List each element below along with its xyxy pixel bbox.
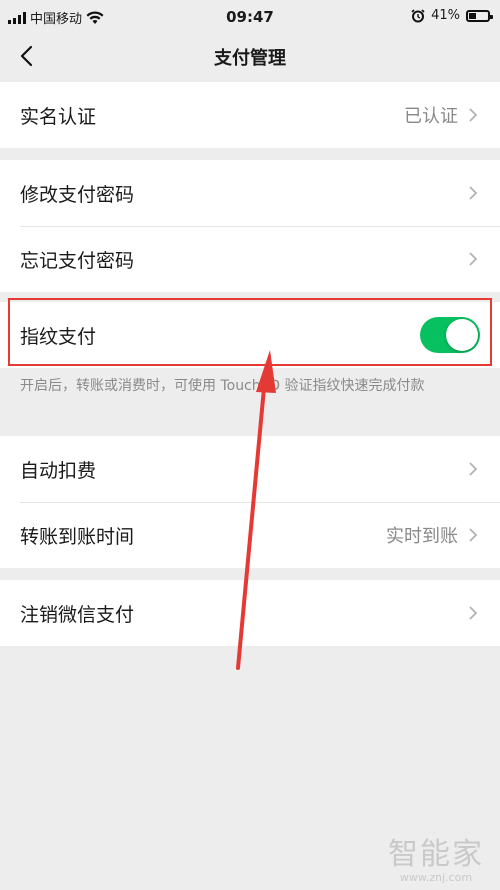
chevron-right-icon [469,186,478,200]
row-auto-deduct[interactable]: 自动扣费 [0,436,500,502]
fingerprint-payment-label: 指纹支付 [20,325,97,348]
real-name-verification-label: 实名认证 [20,105,97,128]
alarm-icon [411,8,425,22]
change-password-label: 修改支付密码 [20,183,135,206]
forgot-password-label: 忘记支付密码 [20,249,135,272]
section-verification: 实名认证 已认证 [0,82,500,148]
chevron-right-icon [469,252,478,266]
battery-icon [466,9,493,22]
toggle-knob [446,319,478,351]
verification-status-value: 已认证 [404,106,458,127]
chevron-right-icon [469,462,478,476]
transfer-time-label: 转账到账时间 [20,525,135,548]
section-deduction: 自动扣费 转账到账时间 实时到账 [0,436,500,568]
page-title: 支付管理 [214,48,286,69]
section-password: 修改支付密码 忘记支付密码 [0,160,500,292]
status-bar: 中国移动 09:47 41% [0,0,500,34]
chevron-right-icon [469,108,478,122]
row-change-password[interactable]: 修改支付密码 [0,160,500,226]
section-fingerprint: 指纹支付 [0,302,500,368]
row-real-name-verification[interactable]: 实名认证 已认证 [0,82,500,148]
chevron-right-icon [469,528,478,542]
section-cancel: 注销微信支付 [0,580,500,646]
row-fingerprint-payment: 指纹支付 [0,302,500,368]
status-right: 41% [411,8,493,23]
cancel-wechat-pay-label: 注销微信支付 [20,603,135,626]
row-cancel-wechat-pay[interactable]: 注销微信支付 [0,580,500,646]
auto-deduct-label: 自动扣费 [20,459,97,482]
watermark-logo: 智能家 www.znj.com [388,838,484,884]
battery-percent: 41% [431,8,460,23]
transfer-time-value: 实时到账 [386,526,458,547]
row-forgot-password[interactable]: 忘记支付密码 [0,226,500,292]
fingerprint-payment-toggle[interactable] [420,317,480,353]
chevron-right-icon [469,606,478,620]
nav-bar: 支付管理 [0,34,500,78]
watermark-text: 智能家 [388,837,484,872]
fingerprint-hint-text: 开启后，转账或消费时，可使用 Touch ID 验证指纹快速完成付款 [20,378,425,394]
row-transfer-time[interactable]: 转账到账时间 实时到账 [0,502,500,568]
watermark-url: www.znj.com [399,871,473,884]
